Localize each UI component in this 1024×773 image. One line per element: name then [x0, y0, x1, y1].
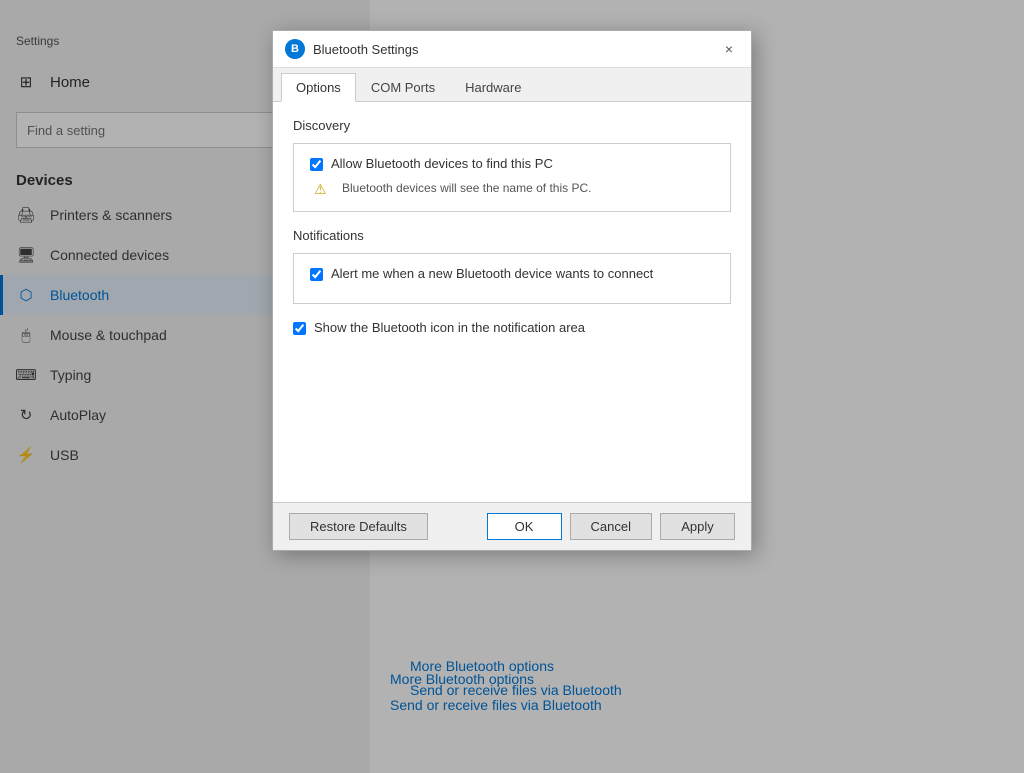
warning-row: ⚠ Bluetooth devices will see the name of… — [310, 181, 714, 199]
modal-overlay: B Bluetooth Settings × Options COM Ports… — [0, 0, 1024, 773]
apply-button[interactable]: Apply — [660, 513, 735, 540]
notifications-header: Notifications — [293, 228, 731, 243]
tab-options[interactable]: Options — [281, 73, 356, 102]
alert-label: Alert me when a new Bluetooth device wan… — [331, 266, 653, 281]
allow-bluetooth-label: Allow Bluetooth devices to find this PC — [331, 156, 553, 171]
cancel-button[interactable]: Cancel — [570, 513, 652, 540]
restore-defaults-button[interactable]: Restore Defaults — [289, 513, 428, 540]
ok-button[interactable]: OK — [487, 513, 562, 540]
bluetooth-dialog-icon: B — [285, 39, 305, 59]
bluetooth-settings-dialog: B Bluetooth Settings × Options COM Ports… — [272, 30, 752, 551]
tab-hardware[interactable]: Hardware — [450, 73, 536, 102]
dialog-close-button[interactable]: × — [719, 39, 739, 59]
alert-checkbox[interactable] — [310, 268, 323, 281]
dialog-footer: Restore Defaults OK Cancel Apply — [273, 502, 751, 550]
notifications-section-box: Alert me when a new Bluetooth device wan… — [293, 253, 731, 304]
alert-checkbox-row: Alert me when a new Bluetooth device wan… — [310, 266, 714, 281]
dialog-body: Discovery Allow Bluetooth devices to fin… — [273, 102, 751, 502]
show-icon-checkbox[interactable] — [293, 322, 306, 335]
tab-com-ports[interactable]: COM Ports — [356, 73, 450, 102]
allow-bluetooth-checkbox[interactable] — [310, 158, 323, 171]
discovery-header: Discovery — [293, 118, 731, 133]
dialog-action-buttons: OK Cancel Apply — [487, 513, 735, 540]
discovery-section-box: Allow Bluetooth devices to find this PC … — [293, 143, 731, 212]
warning-text: Bluetooth devices will see the name of t… — [342, 181, 591, 195]
show-icon-label: Show the Bluetooth icon in the notificat… — [314, 320, 585, 335]
warning-icon: ⚠ — [314, 181, 332, 199]
show-icon-checkbox-row: Show the Bluetooth icon in the notificat… — [293, 320, 731, 335]
allow-checkbox-row: Allow Bluetooth devices to find this PC — [310, 156, 714, 171]
dialog-tabs: Options COM Ports Hardware — [273, 68, 751, 102]
dialog-title: Bluetooth Settings — [313, 42, 719, 57]
dialog-titlebar: B Bluetooth Settings × — [273, 31, 751, 68]
